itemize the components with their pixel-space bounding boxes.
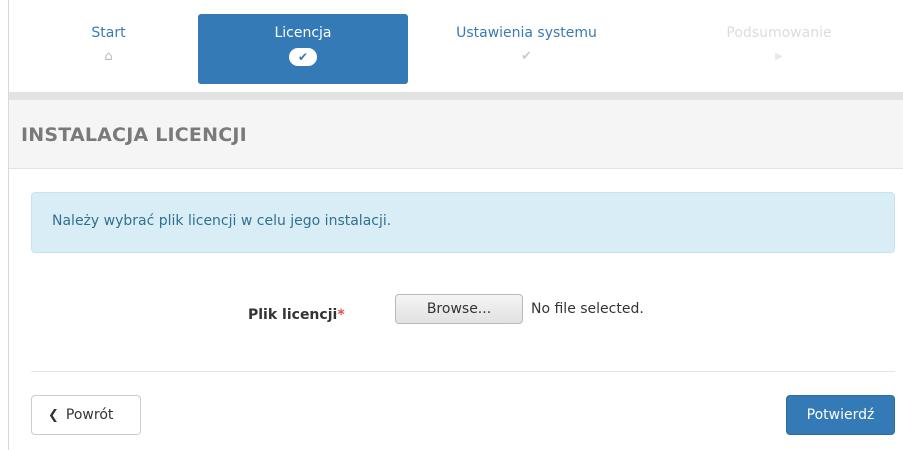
wizard-step-label: Start: [91, 25, 126, 41]
wizard-step-label: Licencja: [274, 25, 332, 41]
required-marker: *: [337, 307, 345, 323]
home-icon: ⌂: [104, 49, 113, 64]
confirm-button[interactable]: Potwierdź: [786, 395, 895, 435]
check-icon: ✔: [289, 48, 317, 66]
license-file-label: Plik licencji*: [248, 307, 345, 323]
wizard-steps: Start ⌂ Licencja ✔ Ustawienia systemu ✔ …: [9, 0, 903, 92]
page-title: INSTALACJA LICENCJI: [21, 124, 247, 146]
chevron-left-icon: ❮: [48, 408, 59, 423]
info-alert: Należy wybrać plik licencji w celu jego …: [31, 192, 895, 253]
info-alert-text: Należy wybrać plik licencji w celu jego …: [52, 213, 392, 229]
back-button-label: Powrót: [65, 407, 114, 423]
wizard-step-ustawienia-systemu[interactable]: Ustawienia systemu ✔: [424, 14, 629, 84]
license-file-label-text: Plik licencji: [248, 307, 338, 323]
wizard-step-label: Ustawienia systemu: [456, 25, 597, 41]
section-header: INSTALACJA LICENCJI: [9, 100, 903, 169]
play-icon: ▶: [775, 51, 783, 62]
form-divider: [31, 371, 895, 372]
wizard-divider: [9, 92, 903, 100]
file-status-text: No file selected.: [531, 301, 644, 317]
wizard-step-label: Podsumowanie: [726, 25, 832, 41]
wizard-step-podsumowanie: Podsumowanie ▶: [679, 14, 879, 84]
wizard-step-start[interactable]: Start ⌂: [21, 14, 196, 84]
check-icon: ✔: [521, 49, 532, 64]
back-button[interactable]: ❮ Powrót: [31, 395, 141, 435]
wizard-step-licencja[interactable]: Licencja ✔: [198, 14, 408, 84]
browse-button[interactable]: Browse...: [395, 294, 523, 324]
